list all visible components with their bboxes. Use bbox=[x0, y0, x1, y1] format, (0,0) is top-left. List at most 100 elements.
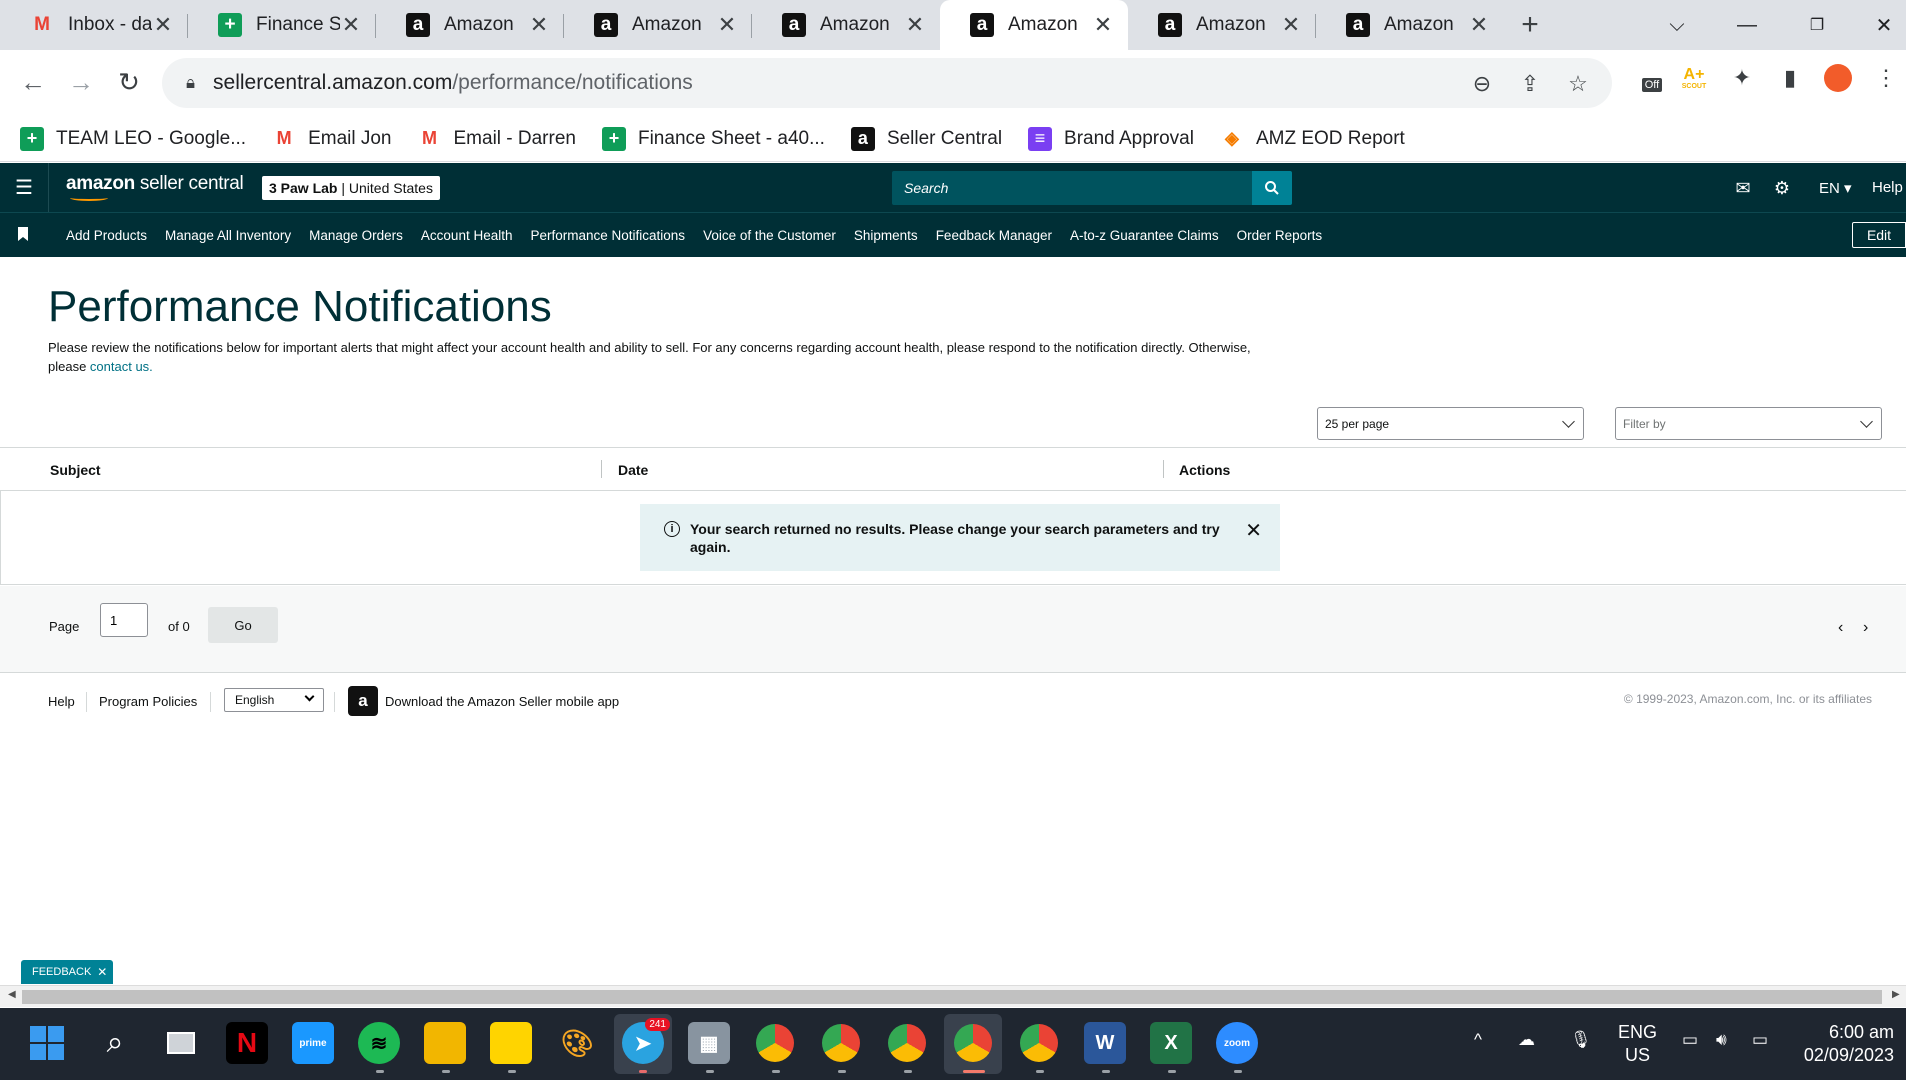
nav-manage-orders[interactable]: Manage Orders bbox=[309, 228, 403, 243]
close-icon[interactable]: ✕ bbox=[904, 12, 926, 38]
avatar[interactable] bbox=[1822, 62, 1854, 94]
nav-voice-of-the-customer[interactable]: Voice of the Customer bbox=[703, 228, 836, 243]
chrome-icon[interactable] bbox=[820, 1022, 862, 1064]
zoom-icon[interactable]: zoom bbox=[1216, 1022, 1258, 1064]
forward-arrow-icon[interactable]: → bbox=[61, 62, 101, 102]
chrome-icon[interactable] bbox=[886, 1022, 928, 1064]
search-input[interactable]: Search bbox=[892, 171, 1252, 205]
search-icon[interactable]: ⌕ bbox=[94, 1022, 136, 1064]
nav-a-to-z-claims[interactable]: A-to-z Guarantee Claims bbox=[1070, 228, 1219, 243]
side-panel-icon[interactable]: ▮ bbox=[1774, 62, 1806, 94]
prime-video-icon[interactable]: prime bbox=[292, 1022, 334, 1064]
close-icon[interactable]: ✕ bbox=[152, 12, 174, 38]
download-app-link[interactable]: Download the Amazon Seller mobile app bbox=[385, 694, 619, 709]
bookmark-email-jon[interactable]: M Email Jon bbox=[272, 127, 392, 151]
chrome-icon[interactable] bbox=[1018, 1022, 1060, 1064]
store-selector[interactable]: 3 Paw Lab | United States bbox=[262, 176, 440, 200]
tab-amazon-active[interactable]: a Amazon ✕ bbox=[940, 0, 1128, 50]
hamburger-menu-icon[interactable]: ☰ bbox=[12, 175, 36, 199]
nav-account-health[interactable]: Account Health bbox=[421, 228, 513, 243]
bookmark-seller-central[interactable]: a Seller Central bbox=[850, 126, 1002, 151]
tab-finance-sheet[interactable]: + Finance She ✕ bbox=[188, 0, 376, 50]
window-close-icon[interactable]: ✕ bbox=[1862, 0, 1906, 50]
tray-chevron-up-icon[interactable]: ^ bbox=[1474, 1030, 1482, 1050]
onedrive-icon[interactable]: ☁ bbox=[1518, 1030, 1535, 1050]
tab-search-chevron-icon[interactable]: ⌵ bbox=[1655, 0, 1699, 50]
excel-icon[interactable]: X bbox=[1150, 1022, 1192, 1064]
gear-icon[interactable]: ⚙ bbox=[1770, 176, 1794, 200]
windows-start-icon[interactable] bbox=[26, 1022, 68, 1064]
nav-manage-all-inventory[interactable]: Manage All Inventory bbox=[165, 228, 291, 243]
scrollbar-thumb[interactable] bbox=[22, 990, 1882, 1004]
paint-icon[interactable]: 🎨︎ bbox=[556, 1022, 598, 1064]
filter-select[interactable]: Filter by bbox=[1615, 407, 1882, 440]
nav-feedback-manager[interactable]: Feedback Manager bbox=[936, 228, 1052, 243]
restore-icon[interactable]: ❐ bbox=[1795, 0, 1839, 50]
nav-performance-notifications[interactable]: Performance Notifications bbox=[530, 228, 685, 243]
star-icon[interactable]: ☆ bbox=[1564, 70, 1592, 98]
task-view-icon[interactable] bbox=[160, 1022, 202, 1064]
minimize-icon[interactable]: — bbox=[1725, 0, 1769, 50]
column-date[interactable]: Date bbox=[618, 462, 648, 478]
address-bar[interactable]: 🔒︎ sellercentral.amazon.com/performance/… bbox=[162, 58, 1612, 108]
scroll-right-icon[interactable]: ▶ bbox=[1892, 989, 1900, 1000]
language-selector[interactable]: EN ▾ bbox=[1819, 179, 1852, 197]
tab-amazon[interactable]: a Amazon ✕ bbox=[564, 0, 752, 50]
tab-amazon[interactable]: a Amazon ✕ bbox=[376, 0, 564, 50]
close-icon[interactable]: ✕ bbox=[528, 12, 550, 38]
nav-order-reports[interactable]: Order Reports bbox=[1237, 228, 1323, 243]
close-icon[interactable]: ✕ bbox=[1468, 12, 1490, 38]
help-link[interactable]: Help bbox=[1872, 179, 1903, 196]
close-icon[interactable]: ✕ bbox=[1092, 12, 1114, 38]
seller-central-logo[interactable]: amazon seller central bbox=[66, 173, 244, 201]
netflix-icon[interactable]: N bbox=[226, 1022, 268, 1064]
edit-nav-button[interactable]: Edit bbox=[1852, 222, 1906, 248]
reload-icon[interactable]: ↻ bbox=[109, 62, 149, 102]
input-language[interactable]: ENG US bbox=[1618, 1021, 1657, 1067]
spotify-icon[interactable]: ≋ bbox=[358, 1022, 400, 1064]
footer-help-link[interactable]: Help bbox=[48, 694, 75, 709]
mail-icon[interactable]: ✉ bbox=[1731, 176, 1755, 200]
clock[interactable]: 6:00 am 02/09/2023 bbox=[1800, 1021, 1894, 1067]
close-icon[interactable]: ✕ bbox=[97, 965, 107, 979]
bookmark-finance-sheet[interactable]: + Finance Sheet - a40... bbox=[601, 126, 825, 151]
search-button[interactable] bbox=[1252, 171, 1292, 205]
menu-dots-icon[interactable]: ⋮ bbox=[1870, 62, 1902, 94]
tab-amazon[interactable]: a Amazon ✕ bbox=[1316, 0, 1504, 50]
contact-us-link[interactable]: contact us. bbox=[90, 359, 153, 374]
bookmark-email-darren[interactable]: M Email - Darren bbox=[418, 127, 576, 151]
scroll-left-icon[interactable]: ◀ bbox=[8, 989, 16, 1000]
puzzle-icon[interactable]: ✦ bbox=[1726, 62, 1758, 94]
page-number-input[interactable] bbox=[100, 603, 148, 637]
back-arrow-icon[interactable]: ← bbox=[13, 62, 53, 102]
word-icon[interactable]: W bbox=[1084, 1022, 1126, 1064]
chevron-right-icon[interactable]: › bbox=[1863, 619, 1868, 637]
close-icon[interactable]: ✕ bbox=[716, 12, 738, 38]
close-icon[interactable]: ✕ bbox=[340, 12, 362, 38]
go-button[interactable]: Go bbox=[208, 607, 278, 643]
chrome-icon[interactable] bbox=[754, 1022, 796, 1064]
bookmark-brand-approval[interactable]: ≡ Brand Approval bbox=[1028, 126, 1194, 151]
scout-extension-icon[interactable]: A+ SCOUT bbox=[1678, 62, 1710, 94]
extension-off-icon[interactable]: Off bbox=[1636, 62, 1668, 94]
chrome-icon[interactable] bbox=[952, 1022, 994, 1064]
new-tab-button[interactable]: + bbox=[1504, 0, 1556, 50]
sticky-notes-icon[interactable] bbox=[490, 1022, 532, 1064]
calculator-icon[interactable]: ▦ bbox=[688, 1022, 730, 1064]
tab-amazon[interactable]: a Amazon ✕ bbox=[752, 0, 940, 50]
share-icon[interactable]: ⇪ bbox=[1516, 70, 1544, 98]
tab-inbox[interactable]: M Inbox - darr ✕ bbox=[0, 0, 188, 50]
bookmark-icon[interactable] bbox=[17, 226, 29, 242]
telegram-icon[interactable]: ➤ 241 bbox=[622, 1018, 670, 1064]
volume-icon[interactable]: 🔊︎ bbox=[1716, 1030, 1727, 1050]
file-explorer-icon[interactable] bbox=[424, 1022, 466, 1064]
close-icon[interactable]: ✕ bbox=[1245, 518, 1262, 543]
microphone-icon[interactable]: 🎙︎ bbox=[1570, 1030, 1592, 1050]
chevron-left-icon[interactable]: ‹ bbox=[1838, 619, 1843, 637]
close-icon[interactable]: ✕ bbox=[1280, 12, 1302, 38]
zoom-icon[interactable]: ⊖ bbox=[1468, 70, 1496, 98]
nav-shipments[interactable]: Shipments bbox=[854, 228, 918, 243]
footer-language-select[interactable]: English bbox=[224, 688, 324, 712]
tab-amazon[interactable]: a Amazon ✕ bbox=[1128, 0, 1316, 50]
network-icon[interactable]: ▭ bbox=[1682, 1030, 1698, 1050]
